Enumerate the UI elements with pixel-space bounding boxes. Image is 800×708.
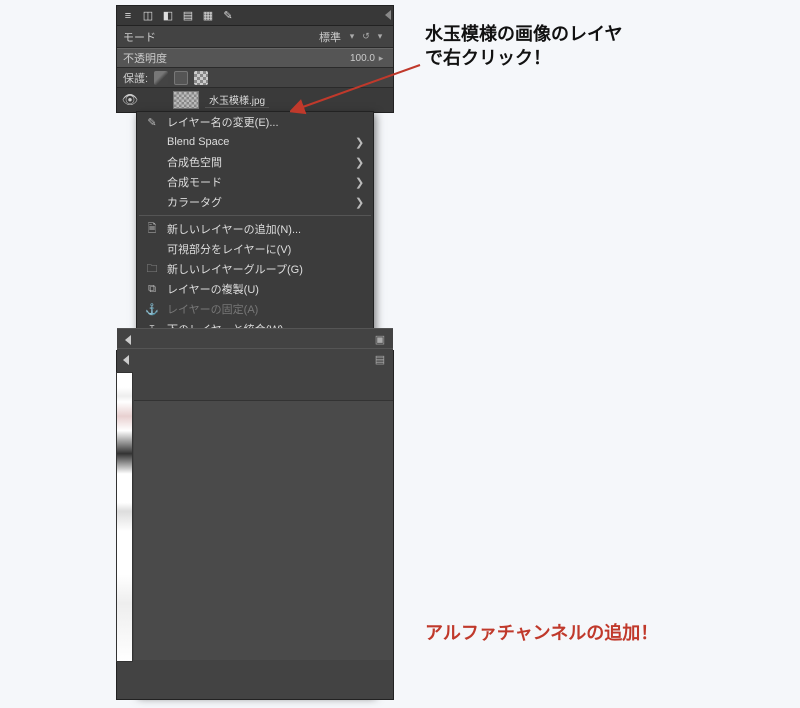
- menu-item-label: 新しいレイヤーの追加(N)...: [167, 221, 365, 237]
- menu-item-label: 合成モード: [167, 174, 347, 190]
- submenu-arrow-icon: ❯: [355, 136, 365, 149]
- panel-collapse-icon[interactable]: [123, 355, 129, 365]
- tool-icon-1[interactable]: ◫: [141, 9, 155, 23]
- menu-item-blend-space[interactable]: Blend Space ❯: [137, 132, 373, 152]
- menu-item-color-tag[interactable]: カラータグ ❯: [137, 192, 373, 212]
- lower-panel-toolbar: ▤: [117, 348, 393, 370]
- menu-icon[interactable]: ▤: [373, 353, 387, 367]
- chevron-down-icon[interactable]: ▾: [345, 31, 359, 42]
- annotation-bottom: アルファチャンネルの追加！: [425, 619, 658, 645]
- text-icon: ✎: [145, 115, 159, 129]
- layer-name-label[interactable]: 水玉模様.jpg: [205, 92, 269, 108]
- annotation-top-line2: で右クリック！: [425, 44, 551, 70]
- menu-item-duplicate[interactable]: ⧉ レイヤーの複製(U): [137, 279, 373, 299]
- menu-item-visible-to-layer[interactable]: 可視部分をレイヤーに(V): [137, 239, 373, 259]
- layers-panel: ≡ ◫ ◧ ▤ ▦ ✎ モード 標準 ▾ ↺ ▾ 不透明度 100.0 ▸ 保護…: [116, 5, 394, 113]
- tool-icon-2[interactable]: ◧: [161, 9, 175, 23]
- tool-icon-3[interactable]: ▤: [181, 9, 195, 23]
- menu-item-label: レイヤーの複製(U): [167, 281, 365, 297]
- menu-icon[interactable]: ≡: [121, 9, 135, 23]
- new-layer-icon: 🗎: [145, 222, 159, 236]
- menu-item-label: レイヤーの固定(A): [167, 301, 365, 317]
- tool-icon-4[interactable]: ▦: [201, 9, 215, 23]
- menu-item-label: レイヤー名の変更(E)...: [167, 114, 365, 130]
- menu-item-composite-space[interactable]: 合成色空間 ❯: [137, 152, 373, 172]
- panel-collapse-icon[interactable]: [385, 10, 391, 20]
- menu-item-rename[interactable]: ✎ レイヤー名の変更(E)...: [137, 112, 373, 132]
- menu-item-composite-mode[interactable]: 合成モード ❯: [137, 172, 373, 192]
- lower-panel-area: [134, 400, 393, 660]
- lock-alpha-icon[interactable]: [194, 71, 208, 85]
- blank-icon: [145, 135, 159, 149]
- group-icon: 🗀: [145, 262, 159, 276]
- mode-value[interactable]: 標準: [156, 29, 345, 45]
- brush-preview-strip[interactable]: [116, 372, 133, 662]
- chevron-up-down-icon[interactable]: ▸: [375, 53, 387, 64]
- protect-row: 保護:: [117, 68, 393, 88]
- blank-icon: [145, 155, 159, 169]
- menu-item-new-group[interactable]: 🗀 新しいレイヤーグループ(G): [137, 259, 373, 279]
- blank-icon: [145, 195, 159, 209]
- anchor-icon: ⚓: [145, 302, 159, 316]
- menu-item-label: Blend Space: [167, 136, 347, 148]
- menu-item-label: 合成色空間: [167, 154, 347, 170]
- menu-item-new-layer[interactable]: 🗎 新しいレイヤーの追加(N)...: [137, 219, 373, 239]
- opacity-value[interactable]: 100.0: [167, 53, 375, 64]
- reset-icon[interactable]: ↺: [359, 31, 373, 42]
- opacity-row[interactable]: 不透明度 100.0 ▸: [117, 48, 393, 68]
- layer-thumbnail[interactable]: [173, 91, 199, 109]
- blank-icon: [145, 242, 159, 256]
- panel-collapse-icon[interactable]: [125, 335, 131, 345]
- submenu-arrow-icon: ❯: [355, 156, 365, 169]
- submenu-arrow-icon: ❯: [355, 176, 365, 189]
- opacity-label: 不透明度: [123, 50, 167, 66]
- lock-position-icon[interactable]: [174, 71, 188, 85]
- brush-tool-icon[interactable]: ✎: [221, 9, 235, 23]
- blend-mode-row: モード 標準 ▾ ↺ ▾: [117, 26, 393, 48]
- panel-toolbar: ≡ ◫ ◧ ▤ ▦ ✎: [117, 6, 393, 26]
- mode-label: モード: [123, 29, 156, 45]
- lock-pixels-icon[interactable]: [154, 71, 168, 85]
- delete-icon[interactable]: ▣: [373, 333, 387, 347]
- blank-icon: [145, 175, 159, 189]
- menu-item-label: カラータグ: [167, 194, 347, 210]
- submenu-arrow-icon: ❯: [355, 196, 365, 209]
- duplicate-icon: ⧉: [145, 282, 159, 296]
- layers-bottom-toolbar: ▣: [117, 328, 393, 350]
- protect-label: 保護:: [123, 70, 148, 86]
- menu-separator: [139, 215, 371, 216]
- layer-row[interactable]: 👁 水玉模様.jpg: [117, 88, 393, 112]
- annotation-top-line1: 水玉模様の画像のレイヤ: [425, 20, 622, 46]
- menu-item-anchor: ⚓ レイヤーの固定(A): [137, 299, 373, 319]
- chevron-down-icon[interactable]: ▾: [373, 31, 387, 42]
- menu-item-label: 新しいレイヤーグループ(G): [167, 261, 365, 277]
- menu-item-label: 可視部分をレイヤーに(V): [167, 241, 365, 257]
- visibility-eye-icon[interactable]: 👁: [123, 93, 137, 107]
